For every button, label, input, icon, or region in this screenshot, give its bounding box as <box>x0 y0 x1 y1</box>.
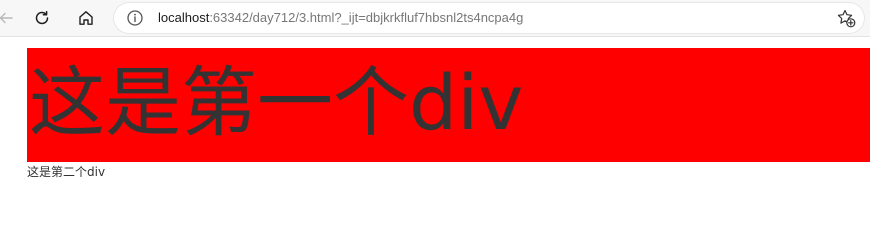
back-arrow-icon <box>0 12 13 24</box>
home-icon <box>79 11 93 25</box>
reload-button[interactable] <box>28 4 56 32</box>
address-bar[interactable]: localhost:63342/day712/3.html?_ijt=dbjkr… <box>114 3 864 33</box>
url-text[interactable]: localhost:63342/day712/3.html?_ijt=dbjkr… <box>158 9 523 27</box>
reload-icon <box>35 10 49 25</box>
first-div-text: 这是第一个div <box>29 58 524 147</box>
browser-toolbar: localhost:63342/day712/3.html?_ijt=dbjkr… <box>0 0 870 37</box>
second-div: 这是第二个div <box>27 165 106 179</box>
home-button[interactable] <box>72 4 100 32</box>
back-button[interactable] <box>0 4 20 32</box>
first-div: 这是第一个div <box>27 48 870 162</box>
url-path: :63342/day712/3.html?_ijt=dbjkrkfluf7hbs… <box>209 10 524 25</box>
info-icon[interactable] <box>126 9 144 27</box>
add-favorite-icon[interactable] <box>836 8 856 28</box>
page-content: 这是第一个div 这是第二个div <box>0 37 870 210</box>
url-host: localhost <box>158 10 210 25</box>
